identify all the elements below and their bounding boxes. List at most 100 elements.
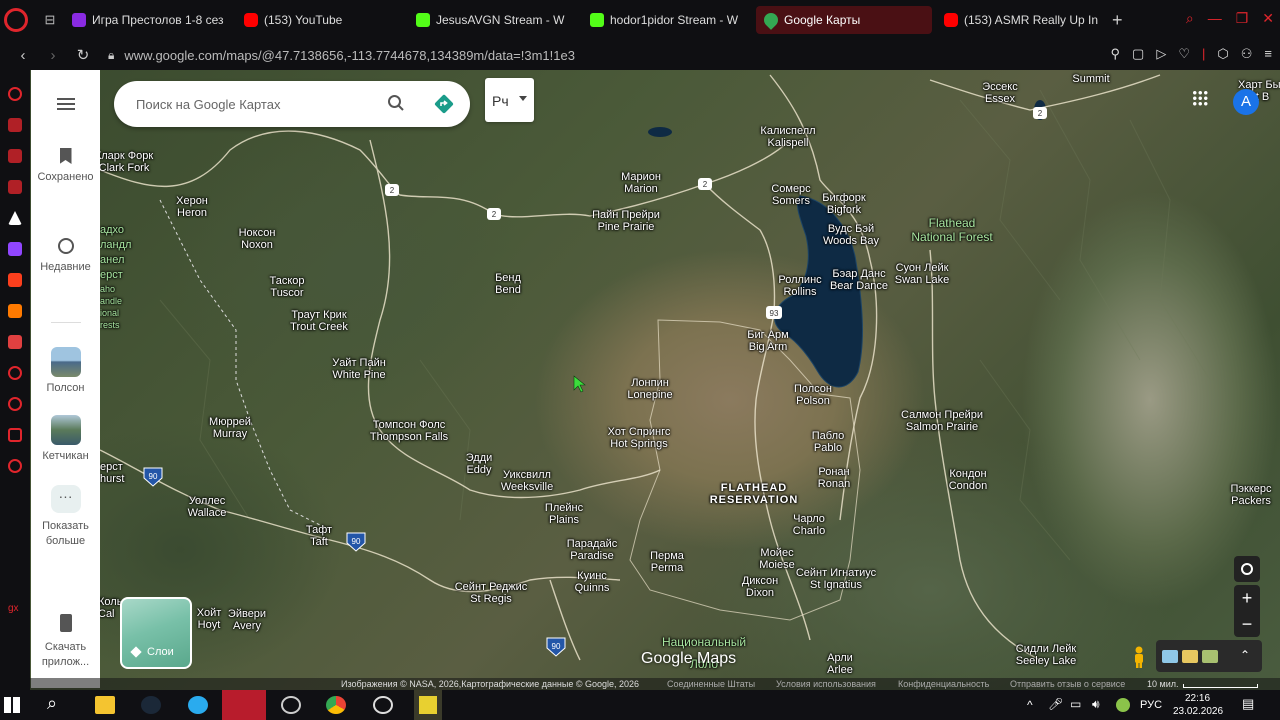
place-label[interactable]: Хойт Hoyt — [197, 607, 222, 631]
games-icon[interactable] — [8, 149, 22, 163]
telegram-icon[interactable] — [188, 696, 208, 714]
place-label[interactable]: Калиспелл Kalispell — [760, 125, 815, 149]
snapshot-icon[interactable]: ▢ — [1132, 46, 1144, 62]
place-label[interactable]: Кларк Форк Clark Fork — [95, 150, 153, 174]
place-label[interactable]: Биг Арм Big Arm — [747, 329, 788, 353]
player-icon[interactable] — [8, 366, 22, 380]
settings-icon[interactable] — [8, 459, 22, 473]
feedback-link[interactable]: Отправить отзыв о сервисе — [1010, 679, 1125, 689]
new-tab-button[interactable]: + — [1112, 10, 1123, 31]
pin-icon[interactable]: ⚲ — [1111, 46, 1121, 62]
place-label[interactable]: Сомерс Somers — [771, 183, 810, 207]
directions-icon[interactable] — [433, 93, 455, 115]
place-label[interactable]: Плейнс Plains — [545, 502, 583, 526]
opera-logo-icon[interactable] — [4, 8, 28, 32]
place-label[interactable]: Мюррей Murray — [209, 416, 251, 440]
recent-button[interactable]: Недавние — [31, 238, 100, 275]
terms-link[interactable]: Условия использования — [776, 679, 876, 689]
place-label[interactable]: Салмон Прейри Salmon Prairie — [897, 409, 987, 433]
yandex-icon[interactable] — [8, 273, 22, 287]
place-label[interactable]: Уиксвилл Weeksville — [501, 469, 553, 493]
recent-place-ketchikan[interactable]: Кетчикан — [31, 415, 100, 464]
ai-icon[interactable] — [8, 211, 22, 225]
place-label[interactable]: Пабло Pablo — [812, 430, 845, 454]
chevron-up-icon[interactable]: ^ — [1027, 698, 1033, 712]
recent-place-polson[interactable]: Полсон — [31, 347, 100, 396]
search-icon[interactable] — [387, 94, 405, 112]
clock-date[interactable]: 23.02.2026 — [1173, 706, 1223, 717]
zoom-out-button[interactable]: − — [1234, 611, 1260, 637]
tab-game-of-thrones[interactable]: Игра Престолов 1-8 сез — [64, 6, 232, 34]
place-label[interactable]: Роллинс Rollins — [778, 274, 821, 298]
place-label[interactable]: Мойес Moiese — [759, 547, 794, 571]
menu-icon[interactable]: ≡ — [1264, 46, 1272, 62]
tab-asmr[interactable]: (153) ASMR Really Up In — [936, 6, 1106, 34]
back-icon[interactable]: ‹ — [16, 47, 30, 64]
maximize-button[interactable]: ❐ — [1236, 10, 1249, 27]
place-label[interactable]: Эссекс Essex — [982, 81, 1017, 105]
place-label[interactable]: Куинс Quinns — [575, 570, 610, 594]
reload-icon[interactable]: ↻ — [76, 46, 90, 64]
opera-taskbar-icon[interactable] — [222, 690, 266, 720]
language-indicator[interactable]: РУС — [1140, 699, 1162, 711]
chrome-icon[interactable] — [326, 696, 346, 714]
heart-icon[interactable]: ♡ — [1178, 46, 1190, 62]
place-label[interactable]: Сейнт Реджис St Regis — [455, 581, 528, 605]
search-input[interactable] — [136, 96, 376, 112]
place-label[interactable]: Пайн Прейри Pine Prairie — [592, 209, 660, 233]
place-label[interactable]: Траут Крик Trout Creek — [290, 309, 348, 333]
vk-icon[interactable] — [8, 335, 22, 349]
tab-hodor[interactable]: hodor1pidor Stream - W — [582, 6, 752, 34]
active-app-slot[interactable] — [414, 690, 442, 720]
zoom-in-button[interactable]: + — [1234, 585, 1260, 611]
place-label[interactable]: Эйвери Avery — [228, 608, 266, 632]
place-label[interactable]: Бэар Данс Bear Dance — [830, 268, 888, 292]
send-icon[interactable] — [8, 428, 22, 442]
download-app-button[interactable]: Скачать прилож... — [31, 614, 100, 670]
microphone-icon[interactable]: 🎤︎ — [1048, 697, 1063, 711]
reservation-label[interactable]: FLATHEAD RESERVATION — [710, 482, 799, 506]
forest-label[interactable]: Flathead National Forest — [911, 216, 992, 244]
place-label[interactable]: Бенд Bend — [495, 272, 521, 296]
show-more-button[interactable]: ··· Показать больше — [31, 485, 100, 549]
place-label[interactable]: Тафт Taft — [306, 524, 332, 548]
place-label[interactable]: Кондон Condon — [949, 468, 988, 492]
place-label[interactable]: Бигфорк Bigfork — [822, 192, 865, 216]
place-label[interactable]: Уайт Пайн White Pine — [332, 357, 386, 381]
profile-icon[interactable]: ⚇ — [1241, 46, 1253, 62]
status-icon[interactable] — [1116, 698, 1130, 712]
idaho-panhandle-label[interactable]: адхо ландл анел ерст aho andle ional res… — [100, 223, 131, 331]
place-label[interactable]: Марион Marion — [621, 171, 661, 195]
place-label[interactable]: Эдди Eddy — [466, 452, 493, 476]
gamepad-icon[interactable]: ⊟ — [40, 12, 60, 28]
pegman-icon[interactable] — [1130, 645, 1148, 669]
music-icon[interactable] — [8, 180, 22, 194]
search-box[interactable] — [114, 81, 470, 127]
apps-grid-icon[interactable] — [1192, 90, 1208, 106]
place-label[interactable]: Сидли Лейк Seeley Lake — [1016, 643, 1077, 667]
tab-jesusavgn[interactable]: JesusAVGN Stream - W — [408, 6, 578, 34]
file-explorer-icon[interactable] — [95, 696, 115, 714]
minimize-button[interactable]: — — [1208, 10, 1222, 27]
app-icon[interactable] — [281, 696, 301, 714]
place-label[interactable]: Ронан Ronan — [818, 466, 850, 490]
aria-icon[interactable] — [8, 118, 22, 132]
speed-dial-icon[interactable] — [8, 87, 22, 101]
terrain-layer-icon[interactable] — [1202, 650, 1218, 663]
place-label[interactable]: Суон Лейк Swan Lake — [895, 262, 949, 286]
scale-label[interactable]: 10 мил. — [1147, 679, 1178, 689]
tab-youtube[interactable]: (153) YouTube — [236, 6, 404, 34]
place-label[interactable]: Арли Arlee — [827, 652, 853, 676]
forward-icon[interactable]: › — [46, 47, 60, 64]
language-dropdown[interactable]: Рч — [485, 78, 534, 122]
gx-icon[interactable]: gx — [8, 603, 22, 617]
extensions-icon[interactable]: ⬡ — [1217, 46, 1228, 62]
traffic-layer-icon[interactable] — [1162, 650, 1178, 663]
my-location-button[interactable] — [1234, 556, 1260, 582]
obs-icon[interactable] — [373, 696, 393, 714]
saved-button[interactable]: Сохранено — [31, 148, 100, 185]
windows-start-icon[interactable] — [4, 697, 20, 713]
place-label[interactable]: Перма Perma — [650, 550, 684, 574]
place-label[interactable]: Вудс Бэй Woods Bay — [823, 223, 879, 247]
place-label[interactable]: Парадайс Paradise — [567, 538, 617, 562]
